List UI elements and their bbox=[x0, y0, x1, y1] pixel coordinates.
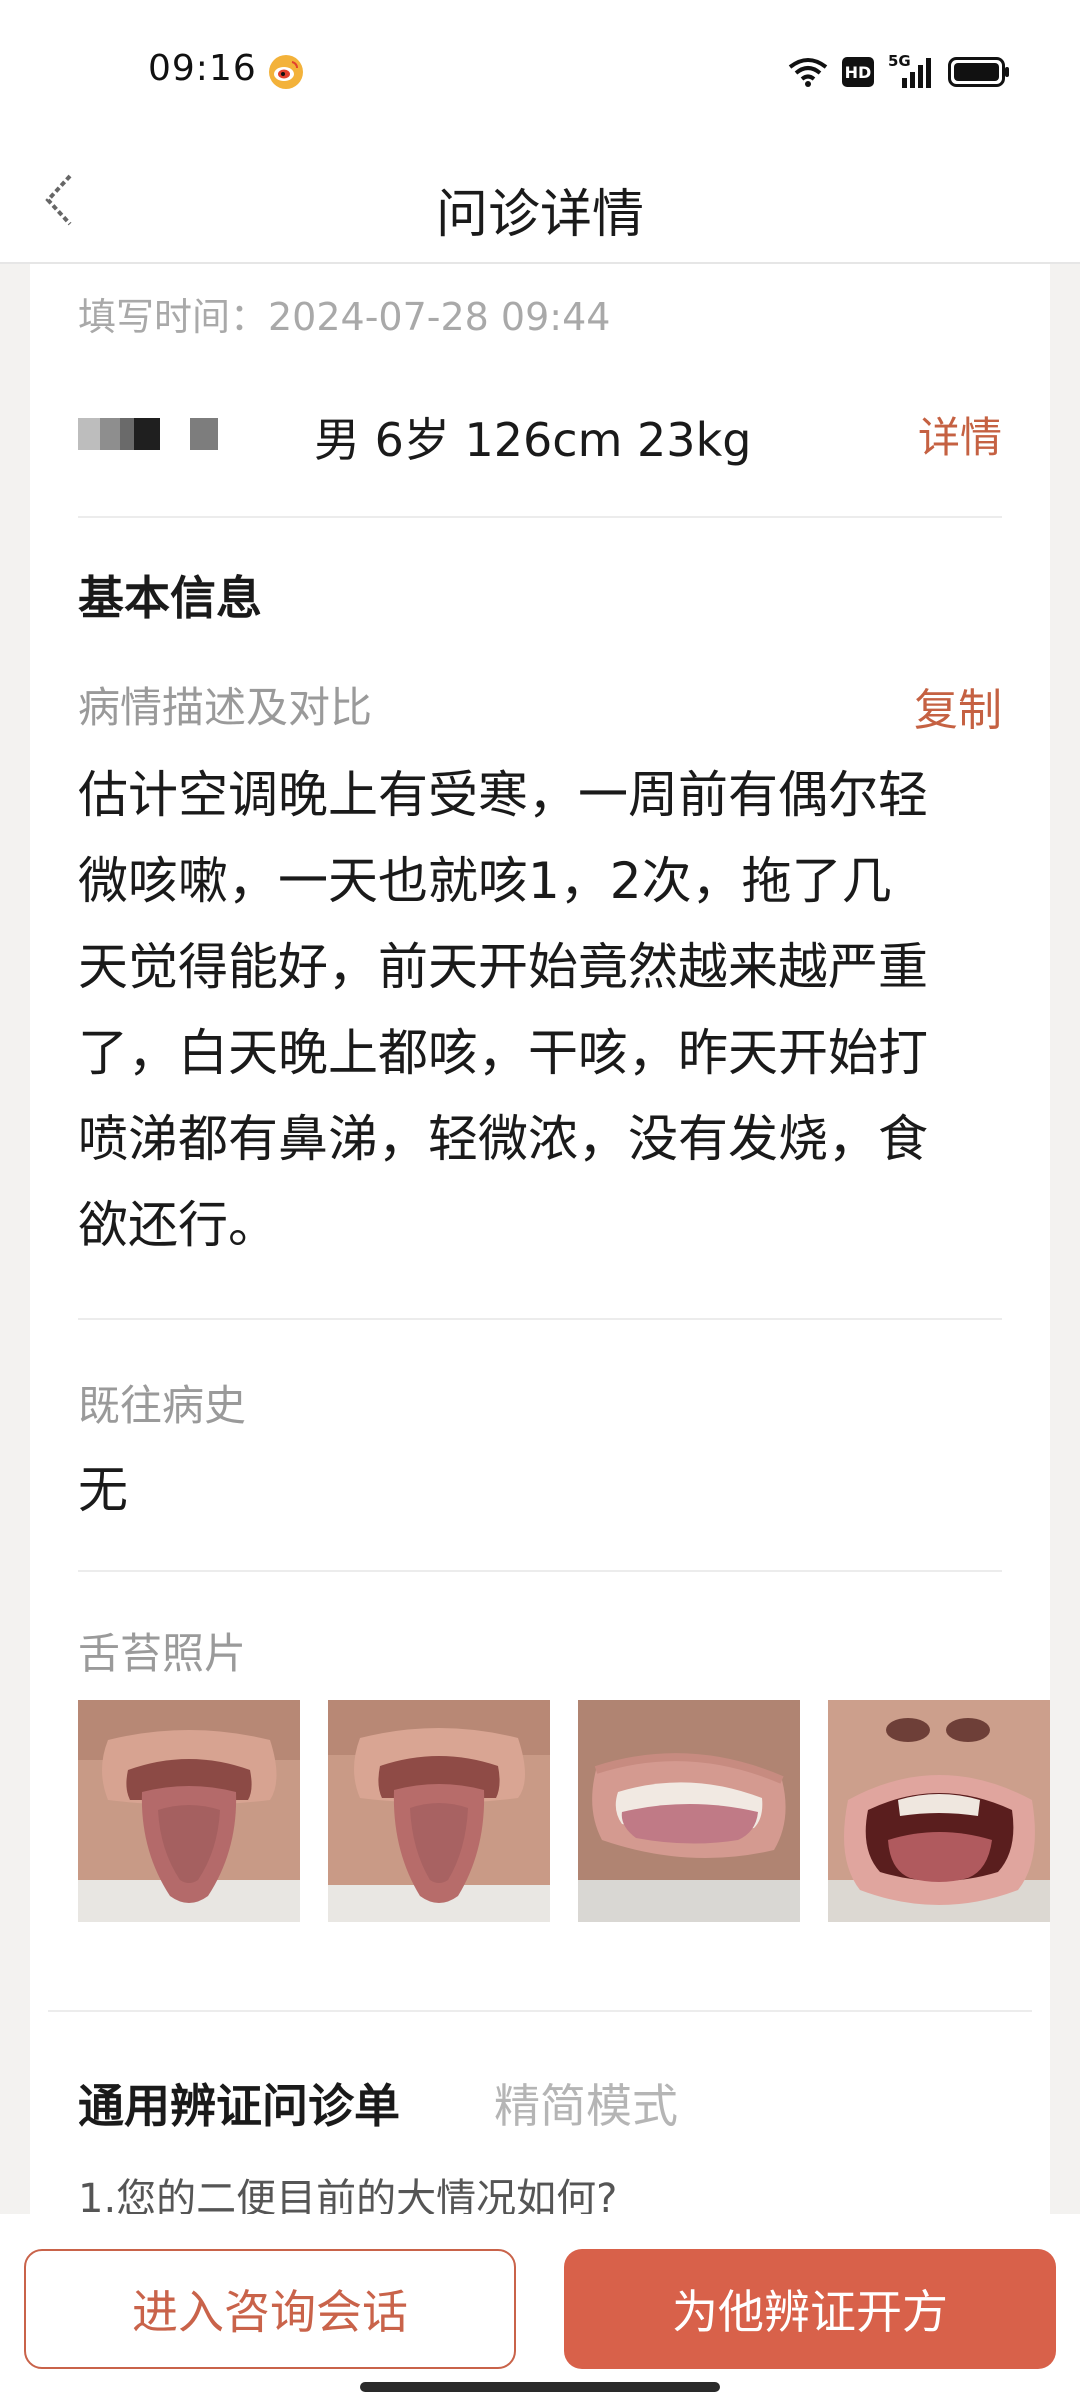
desc-line: 微咳嗽，一天也就咳1，2次，拖了几 bbox=[78, 852, 892, 910]
patient-info: 男 6岁 126cm 23kg bbox=[314, 413, 752, 467]
enter-chat-button[interactable]: 进入咨询会话 bbox=[24, 2249, 516, 2369]
page-title: 问诊详情 bbox=[435, 185, 644, 245]
status-bar: 09:16 HD 5G bbox=[0, 0, 1080, 142]
desc-line: 天觉得能好，前天开始竟然越来越严重 bbox=[78, 938, 928, 996]
network-label: 5G bbox=[888, 52, 911, 70]
tongue-photo-label: 舌苔照片 bbox=[78, 1629, 247, 1678]
status-time: 09:16 bbox=[148, 48, 257, 89]
history-label: 既往病史 bbox=[78, 1381, 247, 1430]
simple-mode-toggle[interactable]: 精简模式 bbox=[494, 2070, 678, 2136]
bottom-action-bar: 进入咨询会话 为他辨证开方 bbox=[0, 2214, 1080, 2400]
history-value: 无 bbox=[78, 1461, 128, 1519]
patient-row: 男 6岁 126cm 23kg 详情 bbox=[78, 404, 1002, 504]
desc-line: 喷涕都有鼻涕，轻微浓，没有发烧，食 bbox=[78, 1110, 928, 1168]
consultation-card: 填写时间：2024-07-28 09:44 男 6岁 126cm 23kg 详情… bbox=[30, 264, 1050, 2222]
tongue-photo-strip bbox=[78, 1700, 1050, 1922]
patient-name-redacted bbox=[78, 418, 218, 450]
5g-signal-icon: 5G bbox=[888, 52, 934, 88]
fill-time: 填写时间：2024-07-28 09:44 bbox=[78, 295, 611, 339]
basic-info-title: 基本信息 bbox=[78, 571, 262, 625]
nav-bar: 问诊详情 bbox=[0, 142, 1080, 264]
tongue-photo-1[interactable] bbox=[78, 1700, 300, 1922]
form-title: 通用辨证问诊单 bbox=[78, 2079, 400, 2133]
divider bbox=[78, 516, 1002, 518]
divider bbox=[48, 2010, 1032, 2012]
condition-description: 估计空调晚上有受寒，一周前有偶尔轻 微咳嗽，一天也就咳1，2次，拖了几 天觉得能… bbox=[78, 752, 1018, 1268]
wifi-icon bbox=[788, 58, 828, 87]
copy-button[interactable]: 复制 bbox=[914, 674, 1002, 738]
hd-icon: HD bbox=[842, 57, 874, 87]
desc-line: 了，白天晚上都咳，干咳，昨天开始打 bbox=[78, 1024, 928, 1082]
tongue-photo-3[interactable] bbox=[578, 1700, 800, 1922]
battery-icon bbox=[948, 57, 1009, 87]
tongue-photo-2[interactable] bbox=[328, 1700, 550, 1922]
home-indicator[interactable] bbox=[360, 2382, 720, 2392]
weibo-icon bbox=[269, 55, 303, 89]
prescribe-button[interactable]: 为他辨证开方 bbox=[564, 2249, 1056, 2369]
tongue-photo-4[interactable] bbox=[828, 1700, 1050, 1922]
divider bbox=[78, 1570, 1002, 1572]
divider bbox=[78, 1318, 1002, 1320]
desc-line: 估计空调晚上有受寒，一周前有偶尔轻 bbox=[78, 766, 928, 824]
desc-label: 病情描述及对比 bbox=[78, 683, 373, 732]
desc-line: 欲还行。 bbox=[78, 1196, 278, 1254]
detail-link[interactable]: 详情 bbox=[918, 404, 1002, 465]
hd-label: HD bbox=[844, 62, 872, 82]
